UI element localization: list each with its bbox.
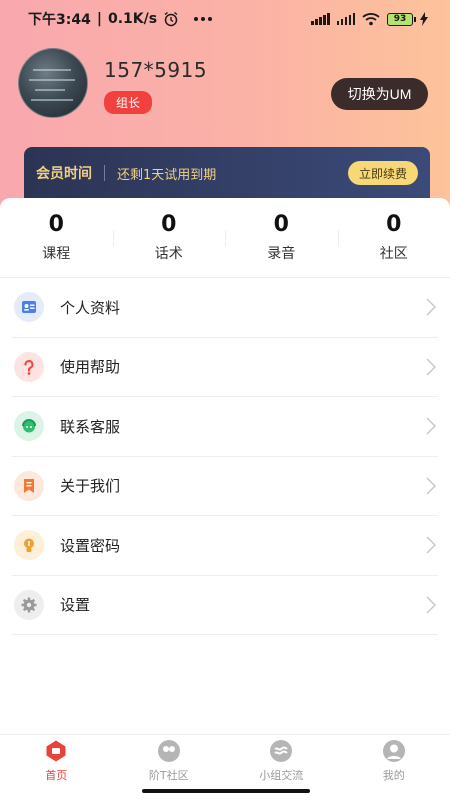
tab-community[interactable]: 阶T社区 [113,735,226,788]
switch-role-button[interactable]: 切换为UM [331,78,428,110]
customer-service-icon [14,411,44,442]
bottom-tab-bar: 首页 阶T社区 小组交流 我的 [0,734,450,788]
bookmark-icon [14,470,44,501]
menu-label: 使用帮助 [60,358,121,377]
menu-item-settings[interactable]: 设置 [12,576,438,635]
username: 157*5915 [104,58,208,82]
stat-value: 0 [161,212,177,237]
id-card-icon [14,292,44,323]
profile-icon [382,740,405,762]
chevron-right-icon [426,417,436,435]
membership-divider [104,165,105,181]
membership-title: 会员时间 [36,166,92,182]
status-divider: | [96,11,102,27]
tab-label: 我的 [382,769,405,782]
menu-label: 设置 [60,596,91,615]
menu-label: 个人资料 [60,298,121,317]
community-icon [157,740,180,762]
tab-profile[interactable]: 我的 [338,735,450,788]
lightbulb-icon [14,530,44,561]
tab-label: 阶T社区 [148,769,189,782]
menu-item-set-password[interactable]: 设置密码 [12,516,438,576]
status-bar: 下午3:44 | 0.1K/s 93 [0,0,450,38]
alarm-icon [164,11,178,27]
membership-description: 还剩1天试用到期 [117,167,217,183]
menu-item-profile[interactable]: 个人资料 [12,278,438,338]
wifi-icon [362,13,380,26]
battery-icon: 93 [387,12,416,26]
menu-label: 联系客服 [60,417,121,436]
chevron-right-icon [426,596,436,614]
settings-menu: 个人资料 使用帮助 联系客服 关于我们 设置密码 设置 [12,278,438,635]
stat-label: 社区 [379,246,408,262]
stat-value: 0 [48,212,64,237]
menu-item-about[interactable]: 关于我们 [12,457,438,516]
menu-label: 设置密码 [60,536,121,555]
stat-value: 0 [386,212,402,237]
status-speed: 0.1K/s [107,11,158,27]
stat-label: 录音 [267,246,296,262]
chevron-right-icon [426,477,436,495]
tab-label: 小组交流 [259,769,304,782]
renew-button[interactable]: 立即续费 [348,161,418,185]
more-dots-icon [194,17,213,21]
stat-community[interactable]: 0 社区 [337,198,450,277]
membership-banner: 会员时间 还剩1天试用到期 立即续费 [24,147,430,199]
hd-signal-icon [336,13,355,25]
tab-group-chat[interactable]: 小组交流 [225,735,338,788]
status-time: 下午3:44 [28,12,91,28]
stat-scripts[interactable]: 0 话术 [112,198,226,277]
tab-label: 首页 [45,769,68,782]
menu-item-help[interactable]: 使用帮助 [12,338,438,397]
menu-item-customer-service[interactable]: 联系客服 [12,397,438,457]
question-icon [14,351,44,382]
main-card: 0 课程 0 话术 0 录音 0 社区 个人资料 使用帮助 联系客服 关于我们 … [0,198,450,738]
gear-icon [14,589,44,620]
role-badge: 组长 [104,91,153,114]
signal-icon [311,13,330,25]
tab-home[interactable]: 首页 [0,735,113,788]
stat-label: 话术 [154,246,183,262]
stat-recordings[interactable]: 0 录音 [225,198,338,277]
group-chat-icon [270,740,293,762]
home-indicator[interactable] [142,789,310,793]
chevron-right-icon [426,536,436,554]
avatar[interactable] [18,48,88,118]
charging-icon [420,12,428,26]
stats-row: 0 课程 0 话术 0 录音 0 社区 [0,198,450,278]
chevron-right-icon [426,358,436,376]
chevron-right-icon [426,298,436,316]
menu-label: 关于我们 [60,477,121,496]
stat-label: 课程 [42,246,71,262]
stat-courses[interactable]: 0 课程 [0,198,113,277]
stat-value: 0 [273,212,289,237]
home-icon [46,740,66,762]
